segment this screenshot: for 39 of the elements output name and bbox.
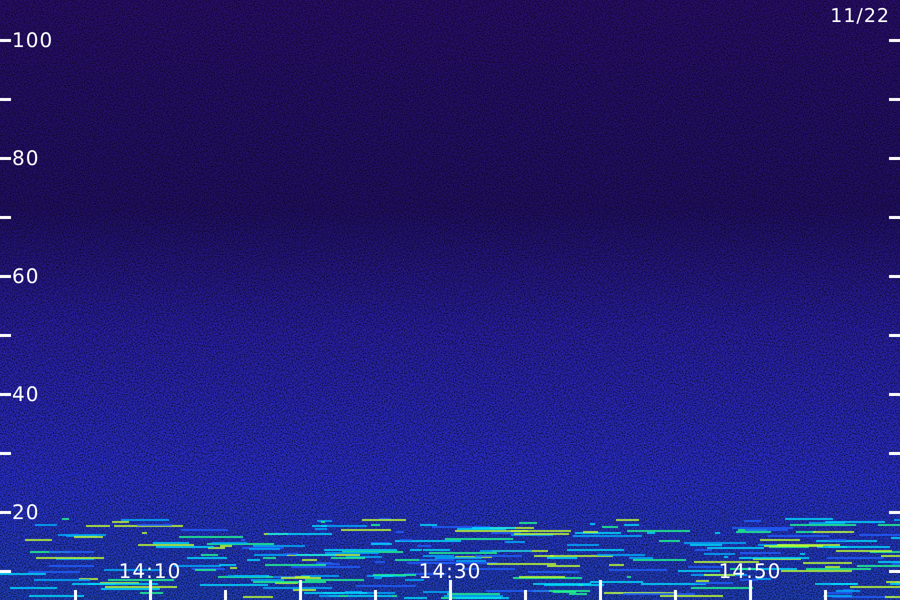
- axis-tick: [0, 98, 11, 100]
- axis-label: 80: [12, 146, 40, 170]
- axis-label: 100: [12, 28, 54, 52]
- axis-tick: [598, 580, 602, 600]
- axis-tick: [889, 156, 900, 160]
- axis-tick: [889, 392, 900, 396]
- axis-tick: [0, 156, 11, 160]
- axis-tick: [889, 38, 900, 42]
- axis-tick: [0, 452, 11, 454]
- axis-label: 14:30: [418, 559, 482, 583]
- axis-tick: [448, 580, 452, 600]
- axis-tick: [0, 38, 11, 42]
- axis-tick: [889, 274, 900, 278]
- axis-tick: [889, 452, 900, 454]
- axis-tick: [674, 590, 676, 600]
- axis-tick: [889, 216, 900, 218]
- axis-tick: [374, 590, 376, 600]
- axis-tick: [824, 590, 826, 600]
- axis-label: 40: [12, 382, 40, 406]
- axis-tick: [0, 392, 11, 396]
- axis-tick: [0, 570, 11, 572]
- axis-label: 14:10: [118, 559, 182, 583]
- axis-label: 60: [12, 264, 40, 288]
- axis-label: 20: [12, 500, 40, 524]
- axis-tick: [889, 510, 900, 514]
- axis-tick: [148, 580, 152, 600]
- axis-tick: [0, 334, 11, 336]
- axis-tick: [224, 590, 226, 600]
- axis-tick: [298, 580, 302, 600]
- axis-tick: [74, 590, 76, 600]
- axis-tick: [0, 274, 11, 278]
- axis-tick: [889, 98, 900, 100]
- axis-tick: [889, 570, 900, 572]
- axis-tick: [524, 590, 526, 600]
- axis-tick: [0, 510, 11, 514]
- axis-tick: [748, 580, 752, 600]
- axis-tick: [889, 334, 900, 336]
- axis-tick: [0, 216, 11, 218]
- date-label: 11/22: [830, 5, 890, 27]
